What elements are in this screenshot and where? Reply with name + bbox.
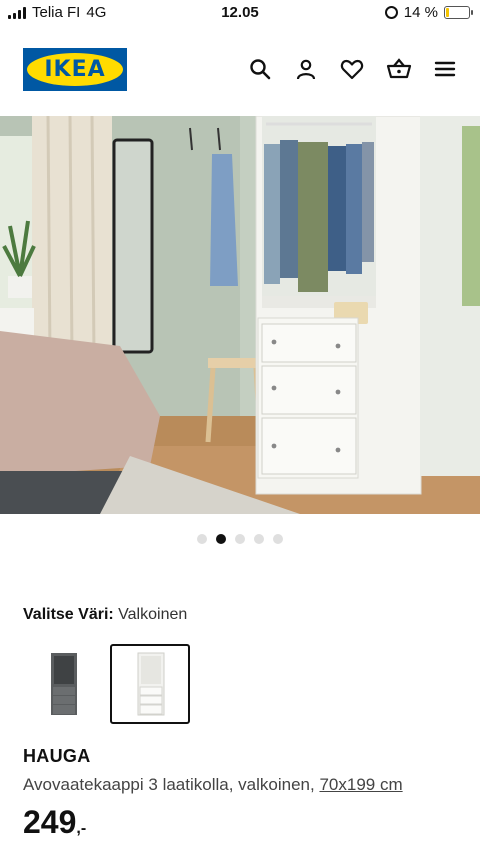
logo-text: IKEA xyxy=(44,57,106,82)
user-icon[interactable] xyxy=(293,56,319,82)
gray-wardrobe-thumbnail xyxy=(51,653,77,715)
carousel-dot[interactable] xyxy=(197,534,207,544)
orientation-lock-icon xyxy=(384,6,398,19)
price-suffix: ,- xyxy=(76,820,87,837)
status-bar: Telia FI 4G 12.05 14 % xyxy=(0,0,480,26)
product-description: Avovaatekaappi 3 laatikolla, valkoinen, … xyxy=(23,775,403,795)
status-right: 14 % xyxy=(384,4,473,21)
product-image[interactable] xyxy=(0,116,480,514)
carousel-dot[interactable] xyxy=(273,534,283,544)
product-price: 249,- xyxy=(23,804,86,841)
price-value: 249 xyxy=(23,804,77,840)
basket-icon[interactable] xyxy=(386,56,412,82)
search-icon[interactable] xyxy=(247,56,273,82)
product-description-text: Avovaatekaappi 3 laatikolla, valkoinen, xyxy=(23,775,315,794)
variant-swatch-white[interactable] xyxy=(110,644,190,724)
carousel-dot[interactable] xyxy=(235,534,245,544)
variant-swatch-gray[interactable] xyxy=(23,644,103,724)
carousel-dot[interactable] xyxy=(216,534,226,544)
heart-icon[interactable] xyxy=(339,56,365,82)
battery-fill xyxy=(446,8,449,17)
product-name: HAUGA xyxy=(23,746,91,766)
variant-value: Valkoinen xyxy=(118,606,188,623)
header: IKEA xyxy=(0,46,480,94)
variant-label: Valitse Väri: xyxy=(23,606,114,623)
battery-percent: 14 % xyxy=(403,4,438,21)
menu-icon[interactable] xyxy=(432,56,458,82)
ikea-logo[interactable]: IKEA xyxy=(23,48,127,91)
battery-icon xyxy=(444,6,473,19)
product-size-link[interactable]: 70x199 cm xyxy=(319,775,402,794)
carousel-dot[interactable] xyxy=(254,534,264,544)
variant-row: Valitse Väri: Valkoinen xyxy=(23,606,187,624)
carousel-indicator xyxy=(0,534,480,544)
product-photo xyxy=(0,116,480,514)
white-wardrobe-thumbnail xyxy=(137,652,165,716)
logo-oval: IKEA xyxy=(27,53,123,86)
